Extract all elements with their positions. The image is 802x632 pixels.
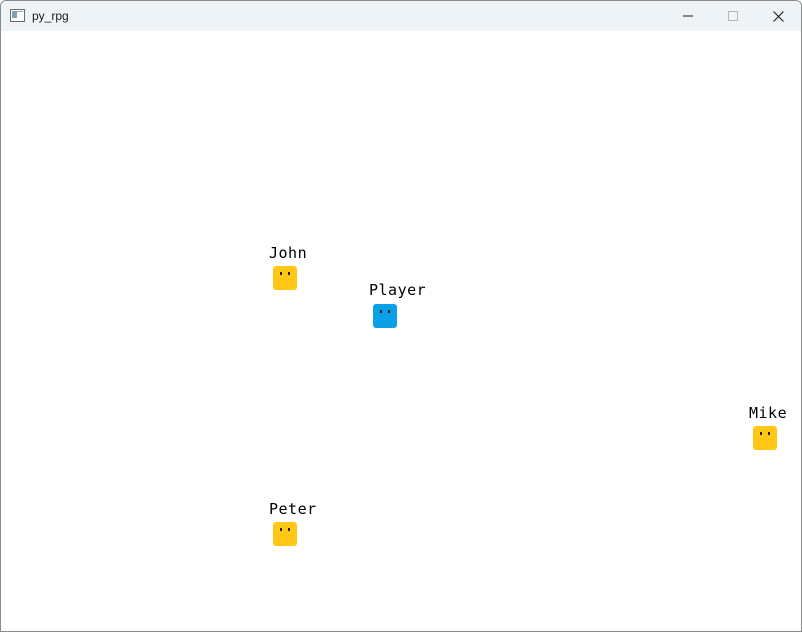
minimize-button[interactable] — [665, 1, 711, 31]
eye-icon — [288, 528, 290, 531]
title-bar[interactable]: py_rpg — [1, 1, 801, 31]
player-sprite[interactable] — [373, 304, 397, 328]
eye-icon — [768, 432, 770, 435]
maximize-button[interactable] — [710, 1, 756, 31]
eye-icon — [280, 272, 282, 275]
app-window-icon — [10, 9, 25, 22]
eye-icon — [388, 310, 390, 313]
eye-icon — [760, 432, 762, 435]
minimize-icon — [683, 15, 693, 17]
npc-name-john: John — [269, 244, 308, 262]
eye-icon — [380, 310, 382, 313]
app-window: py_rpg John Player Mike Peter — [0, 0, 802, 632]
window-title: py_rpg — [32, 9, 69, 23]
npc-name-peter: Peter — [269, 500, 317, 518]
eye-icon — [280, 528, 282, 531]
npc-peter-sprite[interactable] — [273, 522, 297, 546]
player-name: Player — [369, 281, 427, 299]
close-icon — [773, 11, 784, 22]
npc-mike-sprite[interactable] — [753, 426, 777, 450]
npc-name-mike: Mike — [749, 404, 788, 422]
eye-icon — [288, 272, 290, 275]
maximize-icon — [728, 11, 738, 21]
game-canvas[interactable]: John Player Mike Peter — [1, 31, 801, 631]
close-button[interactable] — [755, 1, 801, 31]
npc-john-sprite[interactable] — [273, 266, 297, 290]
